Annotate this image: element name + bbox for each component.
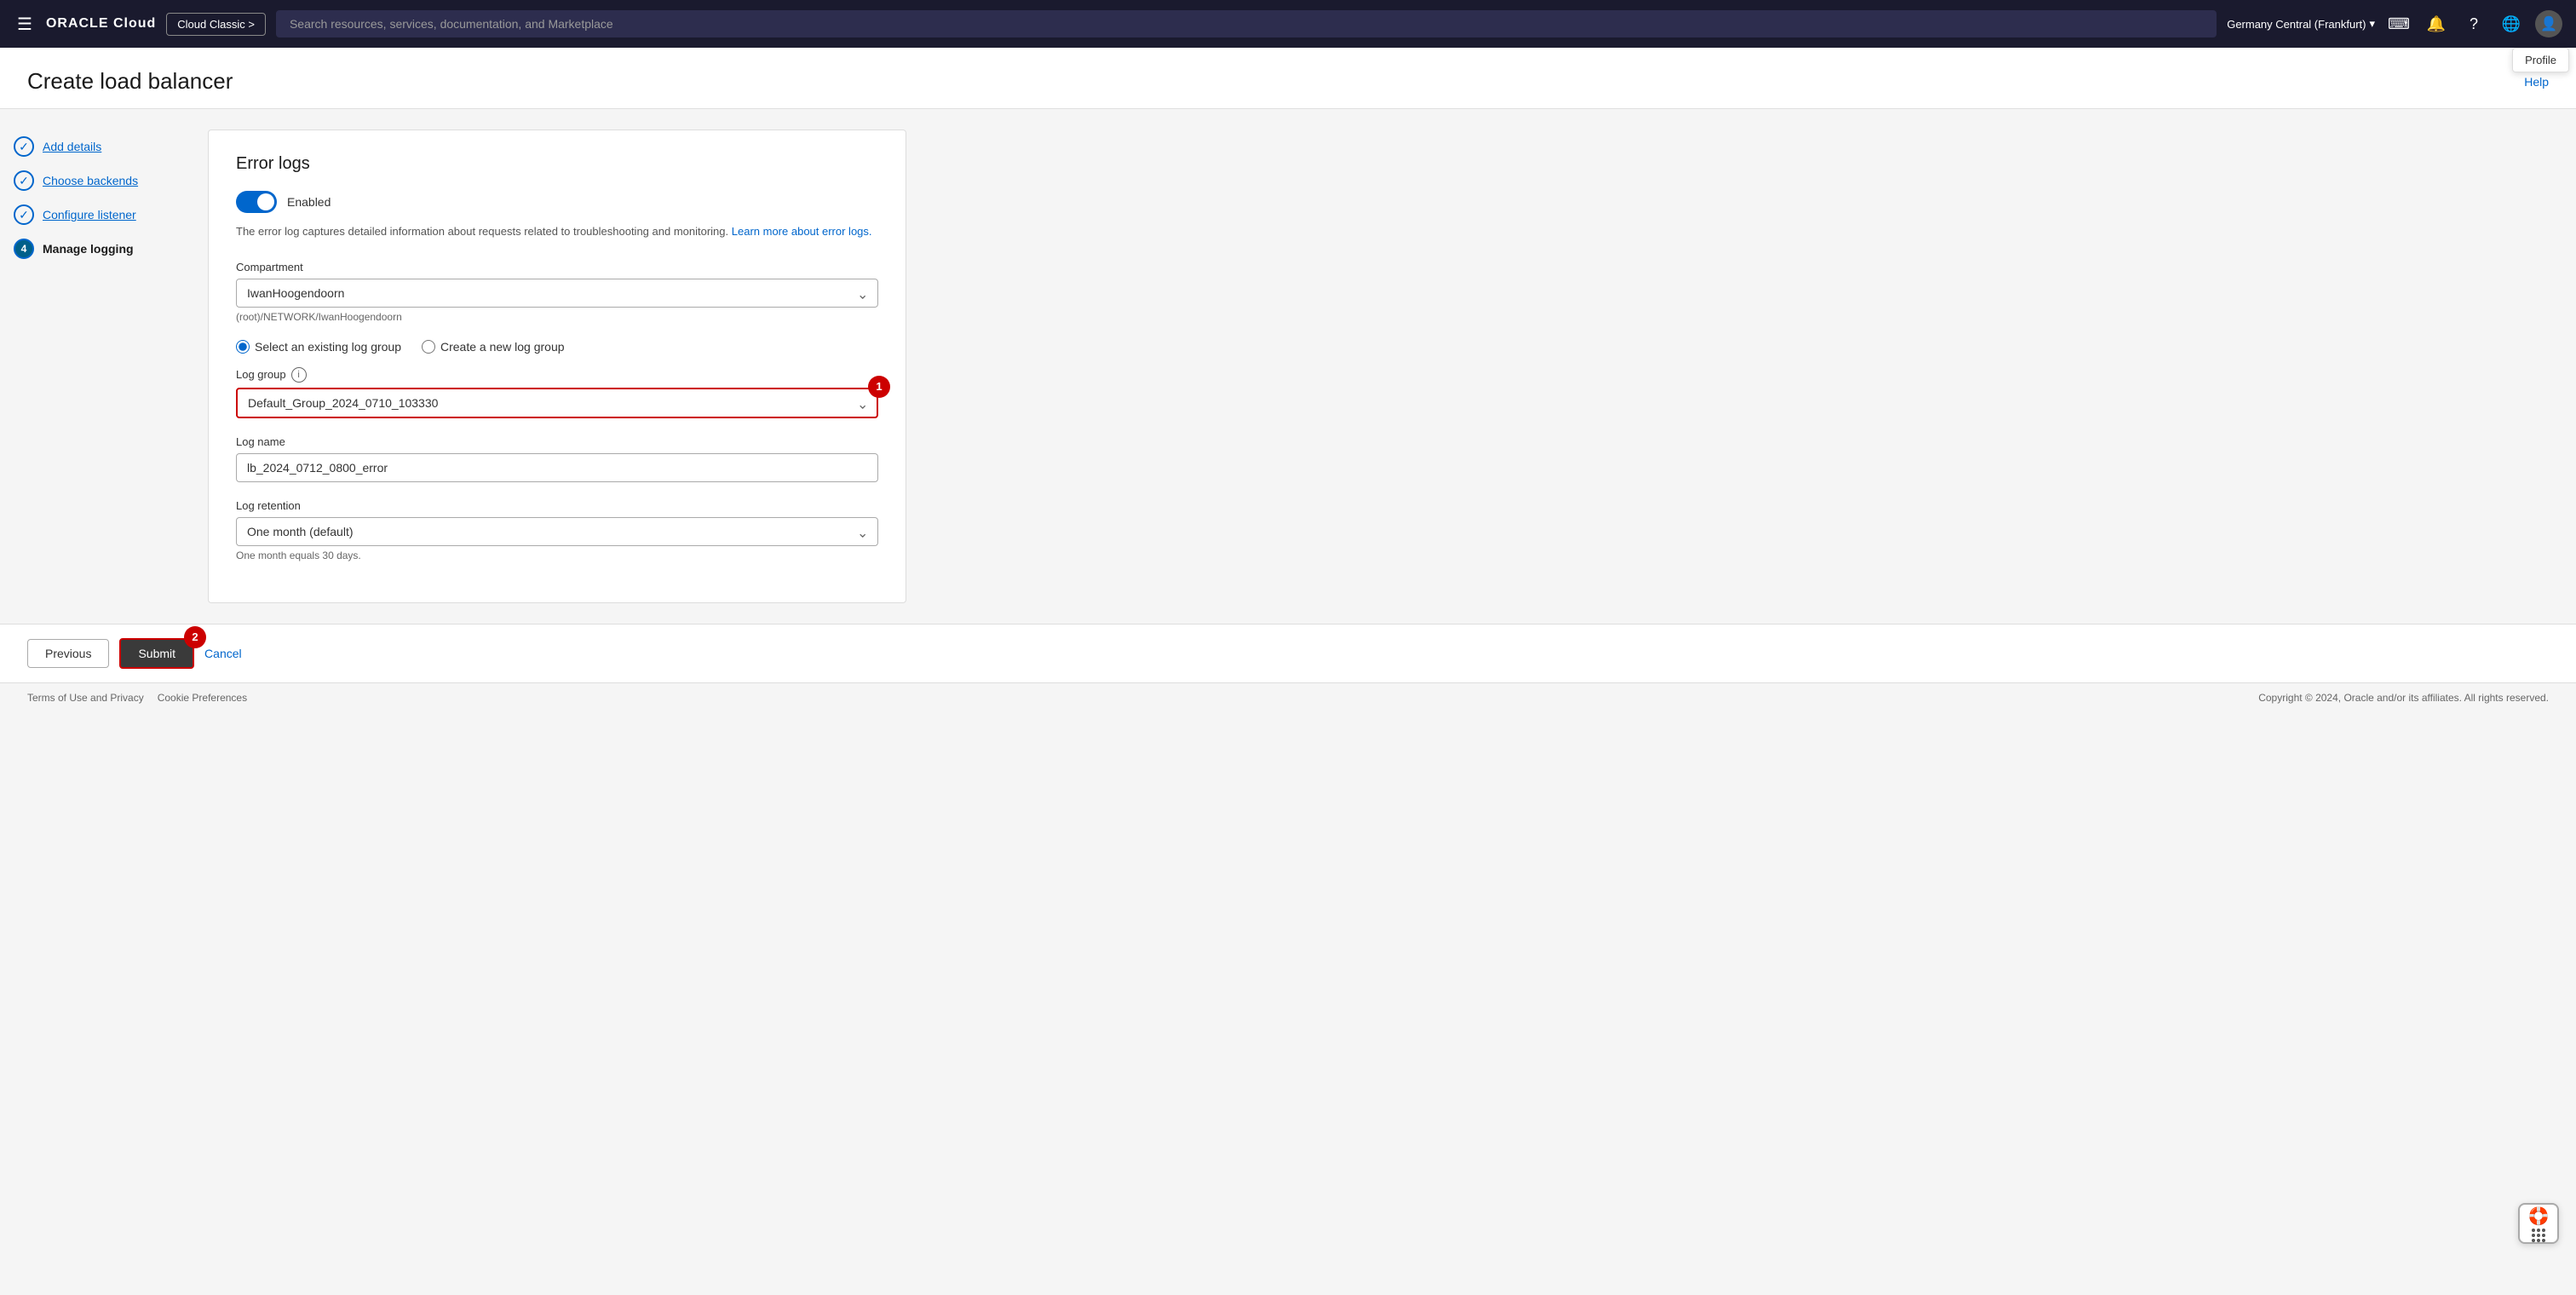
toggle-label: Enabled xyxy=(287,195,331,209)
help-icon[interactable]: ? xyxy=(2460,10,2487,37)
learn-more-link[interactable]: Learn more about error logs. xyxy=(732,225,872,238)
compartment-select[interactable]: IwanHoogendoorn xyxy=(236,279,878,308)
radio-create-log-group[interactable]: Create a new log group xyxy=(422,340,565,354)
copyright-text: Copyright © 2024, Oracle and/or its affi… xyxy=(2258,692,2549,704)
sidebar-label-add-details: Add details xyxy=(43,140,101,153)
sidebar-item-manage-logging[interactable]: 4 Manage logging xyxy=(14,232,174,266)
sidebar-item-add-details[interactable]: ✓ Add details xyxy=(14,130,174,164)
search-input[interactable] xyxy=(276,10,2217,37)
log-retention-field-group: Log retention One month (default)Three m… xyxy=(236,499,878,561)
log-retention-select[interactable]: One month (default)Three monthsSix month… xyxy=(236,517,878,546)
section-title: Error logs xyxy=(236,154,878,174)
log-name-field-group: Log name xyxy=(236,435,878,482)
radio-create-label: Create a new log group xyxy=(440,340,565,354)
page-title: Create load balancer xyxy=(27,68,233,95)
badge-2: 2 xyxy=(184,626,206,648)
compartment-select-wrapper: IwanHoogendoorn xyxy=(236,279,878,308)
log-group-field-group: Log group i 1 Default_Group_2024_0710_10… xyxy=(236,367,878,418)
footer-left: Terms of Use and Privacy Cookie Preferen… xyxy=(27,692,247,704)
previous-button[interactable]: Previous xyxy=(27,639,109,668)
log-name-label: Log name xyxy=(236,435,878,448)
radio-existing-label: Select an existing log group xyxy=(255,340,401,354)
sidebar: ✓ Add details ✓ Choose backends ✓ Config… xyxy=(0,109,187,624)
compartment-label: Compartment xyxy=(236,261,878,273)
avatar[interactable]: 👤 xyxy=(2535,10,2562,37)
toggle-row: Enabled xyxy=(236,191,878,213)
compartment-path: (root)/NETWORK/IwanHoogendoorn xyxy=(236,311,878,323)
log-group-label-row: Log group i xyxy=(236,367,878,383)
region-label: Germany Central (Frankfurt) xyxy=(2227,18,2366,31)
radio-existing-log-group[interactable]: Select an existing log group xyxy=(236,340,401,354)
help-dots xyxy=(2532,1229,2545,1242)
hamburger-icon[interactable]: ☰ xyxy=(14,10,36,38)
sidebar-label-configure-listener: Configure listener xyxy=(43,208,136,222)
description-text: The error log captures detailed informat… xyxy=(236,223,878,240)
header: ☰ ORACLE Cloud Cloud Classic > Germany C… xyxy=(0,0,2576,48)
log-retention-label: Log retention xyxy=(236,499,878,512)
log-group-wrapper: 1 Default_Group_2024_0710_103330 xyxy=(236,388,878,418)
badge-1: 1 xyxy=(868,376,890,398)
main-content: ✓ Add details ✓ Choose backends ✓ Config… xyxy=(0,109,2576,624)
help-widget[interactable]: 🛟 xyxy=(2518,1203,2559,1244)
log-name-input[interactable] xyxy=(236,453,878,482)
compartment-field-group: Compartment IwanHoogendoorn (root)/NETWO… xyxy=(236,261,878,323)
header-right: Germany Central (Frankfurt) ▾ ⌨ 🔔 ? 🌐 👤 xyxy=(2227,10,2562,37)
log-retention-note: One month equals 30 days. xyxy=(236,550,878,561)
sidebar-item-choose-backends[interactable]: ✓ Choose backends xyxy=(14,164,174,198)
log-group-select[interactable]: Default_Group_2024_0710_103330 xyxy=(236,388,878,418)
step-check-2: ✓ xyxy=(14,170,34,191)
help-widget-icon: 🛟 xyxy=(2528,1206,2550,1227)
cloud-classic-button[interactable]: Cloud Classic > xyxy=(166,13,266,36)
region-selector[interactable]: Germany Central (Frankfurt) ▾ xyxy=(2227,17,2375,31)
help-link[interactable]: Help xyxy=(2524,75,2549,89)
terminal-icon[interactable]: ⌨ xyxy=(2385,10,2412,37)
bell-icon[interactable]: 🔔 xyxy=(2423,10,2450,37)
submit-button[interactable]: Submit xyxy=(119,638,194,669)
sidebar-label-manage-logging: Manage logging xyxy=(43,242,134,256)
cookie-preferences-link[interactable]: Cookie Preferences xyxy=(158,692,247,704)
cancel-button[interactable]: Cancel xyxy=(204,647,242,660)
region-arrow-icon: ▾ xyxy=(2369,17,2375,31)
form-area: Error logs Enabled The error log capture… xyxy=(187,109,2576,624)
radio-group: Select an existing log group Create a ne… xyxy=(236,340,878,354)
step-check-1: ✓ xyxy=(14,136,34,157)
enabled-toggle[interactable] xyxy=(236,191,277,213)
log-group-info-icon[interactable]: i xyxy=(291,367,307,383)
page-footer: Terms of Use and Privacy Cookie Preferen… xyxy=(0,682,2576,712)
log-group-label: Log group xyxy=(236,368,286,381)
page-header: Create load balancer Help xyxy=(0,48,2576,109)
terms-link[interactable]: Terms of Use and Privacy xyxy=(27,692,144,704)
globe-icon[interactable]: 🌐 xyxy=(2498,10,2525,37)
log-group-select-wrapper: Default_Group_2024_0710_103330 xyxy=(236,388,878,418)
step-check-3: ✓ xyxy=(14,204,34,225)
step-circle-4: 4 xyxy=(14,239,34,259)
sidebar-label-choose-backends: Choose backends xyxy=(43,174,138,187)
log-retention-select-wrapper: One month (default)Three monthsSix month… xyxy=(236,517,878,546)
sidebar-item-configure-listener[interactable]: ✓ Configure listener xyxy=(14,198,174,232)
oracle-logo: ORACLE Cloud xyxy=(46,16,156,32)
footer-bar: Previous 2 Submit Cancel xyxy=(0,624,2576,682)
submit-wrapper: 2 Submit xyxy=(119,638,194,669)
form-card: Error logs Enabled The error log capture… xyxy=(208,130,906,603)
profile-tooltip: Profile xyxy=(2512,48,2569,72)
